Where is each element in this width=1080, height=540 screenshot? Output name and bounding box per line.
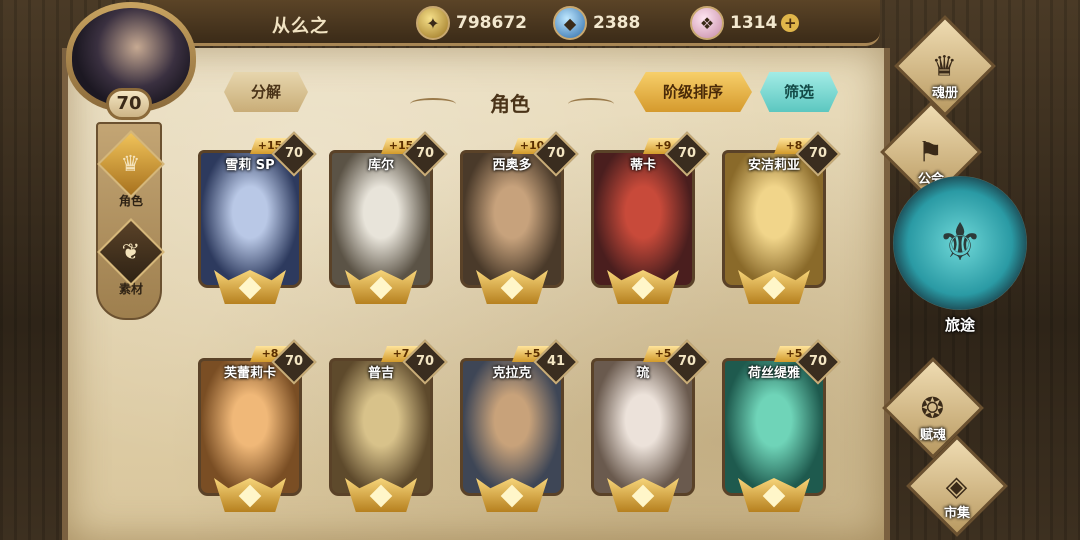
character-card[interactable]: 琉 +5 70 (587, 339, 710, 514)
character-level: 70 (284, 146, 304, 161)
currency-crystal: ◆ 2388 (553, 5, 640, 41)
crystal-value: 2388 (593, 13, 641, 33)
character-card[interactable]: 蒂卡 +9 70 (587, 131, 710, 306)
character-card[interactable]: 芙蕾莉卡 +8 70 (194, 339, 317, 514)
character-icon: ♛ (121, 151, 141, 177)
nav-soul-book-label: 魂册 (931, 86, 958, 101)
nav-journey[interactable]: ⚜ 旅途 (890, 176, 1030, 352)
character-card[interactable]: 雪莉 SP +15 70 (194, 131, 317, 306)
currency-coin: ✦ 798672 (416, 5, 527, 41)
character-card[interactable]: 库尔 +15 70 (325, 131, 448, 306)
character-level: 70 (677, 354, 697, 369)
nav-soul-infuse[interactable]: ❂ 赋魂 (882, 357, 984, 459)
title-ornament-left (410, 98, 456, 110)
guild-icon: ⚑ (918, 135, 944, 169)
character-level: 70 (415, 146, 435, 161)
coin-icon: ✦ (416, 6, 450, 40)
character-card[interactable]: 荷丝缇雅 +5 70 (718, 339, 841, 514)
gem-value: 1314 (730, 13, 778, 33)
soul-book-icon: ♛ (932, 49, 958, 83)
player-name: 从么之 (272, 16, 329, 37)
currency-gem[interactable]: ❖ 1314 + (690, 5, 800, 41)
add-gem-button[interactable]: + (781, 14, 800, 32)
left-tab-column: ♛ 角色 ❦ 素材 (96, 122, 165, 320)
character-level: 70 (415, 354, 435, 369)
character-level: 70 (808, 146, 828, 161)
sort-by-rank-button[interactable]: 阶级排序 (634, 72, 752, 112)
title-ornament-right (568, 98, 614, 110)
character-card[interactable]: 西奥多 +10 70 (456, 131, 579, 306)
nav-journey-label: 旅途 (944, 316, 975, 334)
character-card[interactable]: 安洁莉亚 +8 70 (718, 131, 841, 306)
nav-soul-book[interactable]: ♛ 魂册 (894, 15, 996, 117)
character-level: 70 (284, 354, 304, 369)
character-card[interactable]: 普吉 +7 70 (325, 339, 448, 514)
decompose-button[interactable]: 分解 (224, 72, 308, 112)
tab-material[interactable]: ❦ 素材 (97, 218, 165, 297)
nav-market[interactable]: ◈ 市集 (906, 435, 1008, 537)
material-icon: ❦ (121, 239, 141, 265)
character-level: 70 (677, 146, 697, 161)
market-icon: ◈ (946, 469, 968, 503)
filter-button[interactable]: 筛选 (760, 72, 838, 112)
character-level: 70 (546, 146, 566, 161)
coin-value: 798672 (456, 13, 527, 33)
blue-crystal-icon: ◆ (553, 6, 587, 40)
player-level-badge: 70 (106, 88, 152, 120)
page-title: 角色 (490, 92, 530, 116)
soul-infuse-icon: ❂ (921, 391, 945, 425)
character-level: 41 (546, 354, 566, 369)
character-level: 70 (808, 354, 828, 369)
journey-icon: ⚜ (936, 213, 984, 273)
nav-market-label: 市集 (943, 506, 970, 521)
nav-soul-infuse-label: 赋魂 (919, 428, 946, 443)
character-card[interactable]: 克拉克 +5 41 (456, 339, 579, 514)
pink-gem-icon: ❖ (690, 6, 724, 40)
tab-character[interactable]: ♛ 角色 (97, 130, 165, 209)
